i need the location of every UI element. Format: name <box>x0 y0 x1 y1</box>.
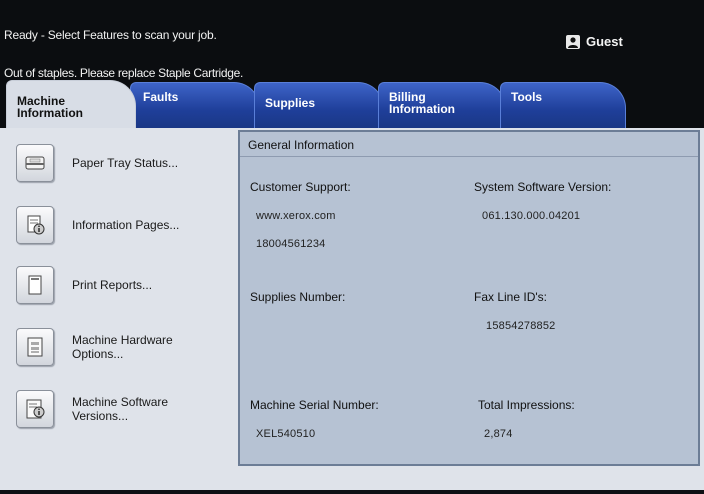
fault-message[interactable]: Out of staples. Please replace Staple Ca… <box>4 66 243 80</box>
information-pages-button[interactable]: Information Pages... <box>16 204 179 246</box>
print-reports-icon <box>16 266 54 304</box>
tab-label: Tools <box>511 90 543 104</box>
tab-label: Information <box>17 106 83 120</box>
sidebar-item-label: Machine Software <box>72 395 169 409</box>
total-impressions-label: Total Impressions: <box>478 398 575 412</box>
machine-serial-number-label: Machine Serial Number: <box>250 398 379 412</box>
customer-support-label: Customer Support: <box>250 180 351 194</box>
user-icon <box>566 34 580 49</box>
sidebar-item-label: Versions... <box>72 409 129 423</box>
system-software-version-label: System Software Version: <box>474 180 612 194</box>
tab-tools[interactable]: Tools <box>500 82 626 128</box>
tab-label: Supplies <box>265 96 316 110</box>
software-versions-icon <box>16 390 54 428</box>
tab-faults[interactable]: Faults <box>130 82 260 128</box>
fax-line-id: 15854278852 <box>486 320 556 332</box>
hardware-options-icon <box>16 328 54 366</box>
tab-supplies[interactable]: Supplies <box>254 82 384 128</box>
supplies-number-label: Supplies Number: <box>250 290 346 304</box>
tab-machine-information[interactable]: Machine Information <box>6 80 136 128</box>
fax-line-id-label: Fax Line ID's: <box>474 290 547 304</box>
tab-strip: Machine Information Faults Supplies Bill… <box>0 80 704 128</box>
divider <box>240 156 698 157</box>
general-information-box: General Information Customer Support: ww… <box>238 130 700 466</box>
customer-support-phone: 18004561234 <box>256 238 326 250</box>
sidebar-item-label: Print Reports... <box>72 278 153 292</box>
status-bar: Ready - Select Features to scan your job… <box>0 0 704 80</box>
print-reports-button[interactable]: Print Reports... <box>16 264 152 306</box>
customer-support-url: www.xerox.com <box>256 210 336 222</box>
machine-serial-number: XEL540510 <box>256 428 316 440</box>
information-pages-icon <box>16 206 54 244</box>
paper-tray-status-button[interactable]: Paper Tray Status... <box>16 142 178 184</box>
tab-label: Faults <box>143 90 179 104</box>
tab-billing-information[interactable]: Billing Information <box>378 82 506 128</box>
sidebar-item-label: Machine Hardware <box>72 333 173 347</box>
tab-label: Information <box>389 102 455 116</box>
total-impressions: 2,874 <box>484 428 513 440</box>
status-message: Ready - Select Features to scan your job… <box>4 28 217 42</box>
user-name: Guest <box>586 34 623 49</box>
sidebar-item-label: Paper Tray Status... <box>72 156 179 170</box>
machine-information-panel: Paper Tray Status... Information Pages..… <box>0 128 704 490</box>
paper-tray-icon <box>16 144 54 182</box>
general-information-title: General Information <box>248 138 355 152</box>
user-login-button[interactable]: Guest <box>566 34 623 49</box>
sidebar-item-label: Information Pages... <box>72 218 180 232</box>
machine-software-versions-button[interactable]: Machine Software Versions... <box>16 388 168 430</box>
system-software-version: 061.130.000.04201 <box>482 210 581 222</box>
machine-hardware-options-button[interactable]: Machine Hardware Options... <box>16 326 173 368</box>
sidebar-item-label: Options... <box>72 347 124 361</box>
